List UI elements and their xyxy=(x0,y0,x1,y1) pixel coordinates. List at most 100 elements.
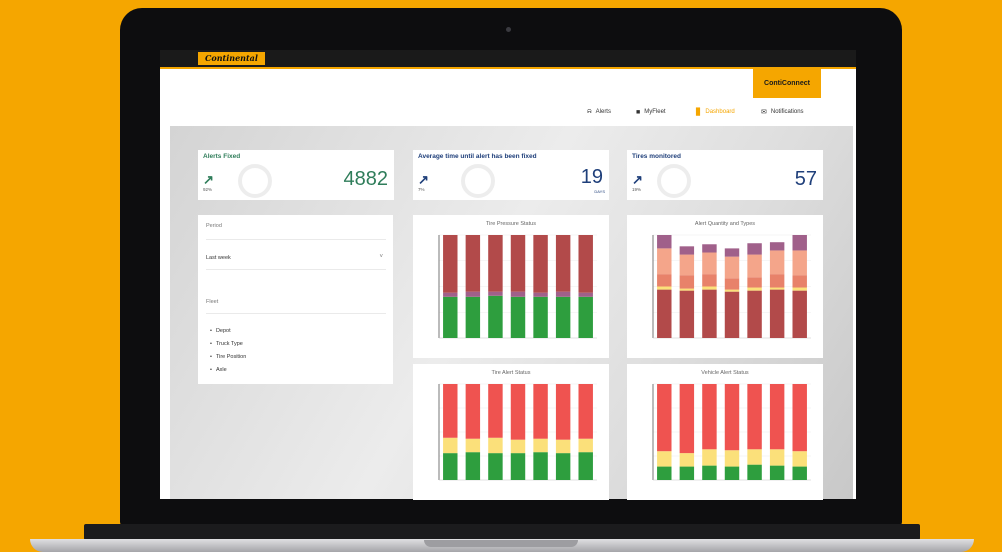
bar-segment[interactable] xyxy=(443,296,458,338)
bar-segment[interactable] xyxy=(510,439,526,454)
bar-segment[interactable] xyxy=(724,248,740,257)
nav-myfleet[interactable]: ■ MyFleet xyxy=(636,106,666,118)
bar-segment[interactable] xyxy=(747,287,762,291)
nav-dashboard[interactable]: ▊ Dashboard xyxy=(696,106,735,118)
bar-segment[interactable] xyxy=(657,466,672,480)
bar-segment[interactable] xyxy=(724,466,740,480)
period-select[interactable]: Last week xyxy=(206,255,231,261)
bar-segment[interactable] xyxy=(724,256,740,279)
bar-segment[interactable] xyxy=(533,235,548,293)
bar-segment[interactable] xyxy=(657,286,672,290)
bar-segment[interactable] xyxy=(555,235,571,292)
bar-segment[interactable] xyxy=(769,274,785,288)
bar-segment[interactable] xyxy=(488,453,503,480)
bar-segment[interactable] xyxy=(747,449,762,465)
bar-segment[interactable] xyxy=(702,384,717,450)
fleet-filter-truck-type[interactable]: Truck Type xyxy=(210,338,246,351)
bar-segment[interactable] xyxy=(679,288,695,291)
bar-segment[interactable] xyxy=(510,384,526,440)
bar-segment[interactable] xyxy=(702,274,717,287)
nav-alerts[interactable]: ⍾ Alerts xyxy=(587,106,611,118)
bar-segment[interactable] xyxy=(747,384,762,450)
bar-segment[interactable] xyxy=(533,438,548,453)
bar-segment[interactable] xyxy=(792,290,807,338)
bar-segment[interactable] xyxy=(657,289,672,338)
bar-segment[interactable] xyxy=(578,296,593,338)
bar-segment[interactable] xyxy=(679,384,695,454)
bar-segment[interactable] xyxy=(657,384,672,452)
bar-segment[interactable] xyxy=(555,384,571,440)
bar-segment[interactable] xyxy=(679,453,695,467)
nav-notifications[interactable]: ✉ Notifications xyxy=(761,106,804,118)
bar-segment[interactable] xyxy=(702,289,717,338)
bar-segment[interactable] xyxy=(769,289,785,338)
bar-segment[interactable] xyxy=(702,286,717,290)
bar-segment[interactable] xyxy=(724,278,740,290)
bar-segment[interactable] xyxy=(533,384,548,439)
bar-segment[interactable] xyxy=(488,384,503,438)
bar-segment[interactable] xyxy=(465,235,481,292)
bar-segment[interactable] xyxy=(792,287,807,291)
bar-segment[interactable] xyxy=(747,290,762,338)
brand-logo[interactable]: Continental xyxy=(198,52,265,65)
bar-segment[interactable] xyxy=(724,450,740,467)
bar-segment[interactable] xyxy=(555,453,571,480)
bar-segment[interactable] xyxy=(702,465,717,480)
bar-segment[interactable] xyxy=(702,449,717,466)
bar-segment[interactable] xyxy=(555,296,571,338)
bar-segment[interactable] xyxy=(657,235,672,249)
bar-segment[interactable] xyxy=(679,275,695,289)
bar-segment[interactable] xyxy=(510,235,526,292)
bar-segment[interactable] xyxy=(443,453,458,480)
bar-segment[interactable] xyxy=(443,437,458,454)
bar-segment[interactable] xyxy=(443,384,458,438)
bar-segment[interactable] xyxy=(792,250,807,276)
bar-segment[interactable] xyxy=(792,235,807,251)
bar-segment[interactable] xyxy=(702,252,717,275)
bar-segment[interactable] xyxy=(657,451,672,467)
bar-segment[interactable] xyxy=(679,246,695,255)
bar-segment[interactable] xyxy=(792,275,807,288)
bar-segment[interactable] xyxy=(510,296,526,338)
fleet-filter-tire-position[interactable]: Tire Position xyxy=(210,351,246,364)
bar-segment[interactable] xyxy=(792,384,807,452)
bar-segment[interactable] xyxy=(657,274,672,287)
bar-segment[interactable] xyxy=(747,277,762,288)
bar-segment[interactable] xyxy=(769,449,785,466)
bar-segment[interactable] xyxy=(769,465,785,480)
conticonnect-button[interactable]: ContiConnect xyxy=(753,69,821,98)
bar-segment[interactable] xyxy=(510,291,526,297)
bar-segment[interactable] xyxy=(578,235,593,293)
bar-segment[interactable] xyxy=(679,254,695,276)
bar-segment[interactable] xyxy=(578,452,593,480)
bar-segment[interactable] xyxy=(465,296,481,338)
bar-segment[interactable] xyxy=(769,287,785,290)
bar-segment[interactable] xyxy=(724,384,740,451)
bar-segment[interactable] xyxy=(769,242,785,251)
bar-segment[interactable] xyxy=(488,295,503,338)
bar-segment[interactable] xyxy=(578,438,593,453)
bar-segment[interactable] xyxy=(578,384,593,439)
bar-segment[interactable] xyxy=(769,384,785,450)
fleet-filter-axle[interactable]: Axle xyxy=(210,364,246,377)
bar-segment[interactable] xyxy=(769,250,785,275)
bar-segment[interactable] xyxy=(443,235,458,293)
bar-segment[interactable] xyxy=(510,453,526,480)
bar-segment[interactable] xyxy=(488,437,503,454)
bar-segment[interactable] xyxy=(792,466,807,480)
bar-segment[interactable] xyxy=(555,291,571,297)
bar-segment[interactable] xyxy=(657,248,672,275)
bar-segment[interactable] xyxy=(465,438,481,453)
bar-segment[interactable] xyxy=(578,292,593,297)
bar-segment[interactable] xyxy=(724,289,740,292)
bar-segment[interactable] xyxy=(443,292,458,297)
bar-segment[interactable] xyxy=(747,464,762,480)
bar-segment[interactable] xyxy=(679,466,695,480)
fleet-filter-depot[interactable]: Depot xyxy=(210,325,246,338)
bar-segment[interactable] xyxy=(465,291,481,297)
bar-segment[interactable] xyxy=(533,292,548,297)
bar-segment[interactable] xyxy=(465,384,481,439)
bar-segment[interactable] xyxy=(679,290,695,338)
bar-segment[interactable] xyxy=(747,254,762,278)
bar-segment[interactable] xyxy=(702,244,717,253)
